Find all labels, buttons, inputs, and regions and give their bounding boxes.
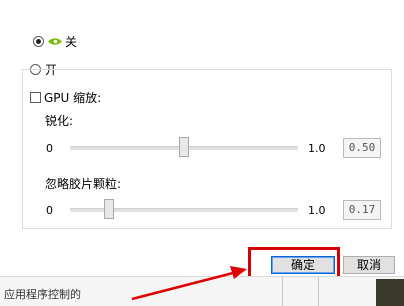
- annotation-arrow: [131, 266, 247, 301]
